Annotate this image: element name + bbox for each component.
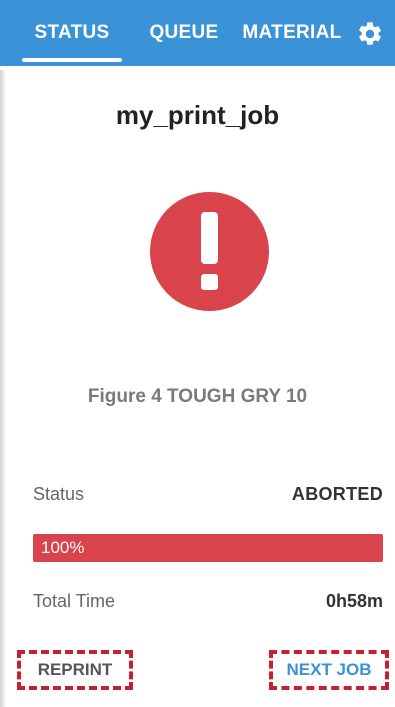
gear-icon bbox=[359, 22, 381, 45]
progress-fill bbox=[33, 534, 383, 562]
tab-queue[interactable]: QUEUE bbox=[140, 0, 228, 66]
status-label: Status bbox=[33, 484, 85, 504]
top-nav-bar: STATUS QUEUE MATERIAL bbox=[0, 0, 395, 66]
tab-status[interactable]: STATUS bbox=[18, 0, 126, 66]
app-frame: STATUS QUEUE MATERIAL my_print_job Figur… bbox=[0, 0, 395, 707]
next-job-button[interactable]: NEXT JOB bbox=[269, 650, 389, 690]
active-tab-indicator bbox=[22, 58, 122, 62]
progress-text: 100% bbox=[41, 538, 85, 557]
job-title: my_print_job bbox=[115, 100, 280, 130]
tab-material[interactable]: MATERIAL bbox=[234, 0, 350, 66]
settings-button[interactable] bbox=[356, 20, 384, 48]
alert-badge bbox=[150, 192, 269, 311]
status-value: ABORTED bbox=[291, 484, 383, 504]
reprint-button[interactable]: REPRINT bbox=[17, 650, 133, 690]
material-name: Figure 4 TOUGH GRY 10 bbox=[87, 386, 308, 407]
total-time-value: 0h58m bbox=[325, 591, 383, 611]
total-time-label: Total Time bbox=[33, 591, 116, 611]
exclamation-alert-icon bbox=[150, 192, 269, 311]
progress-bar: 100% bbox=[33, 534, 383, 562]
